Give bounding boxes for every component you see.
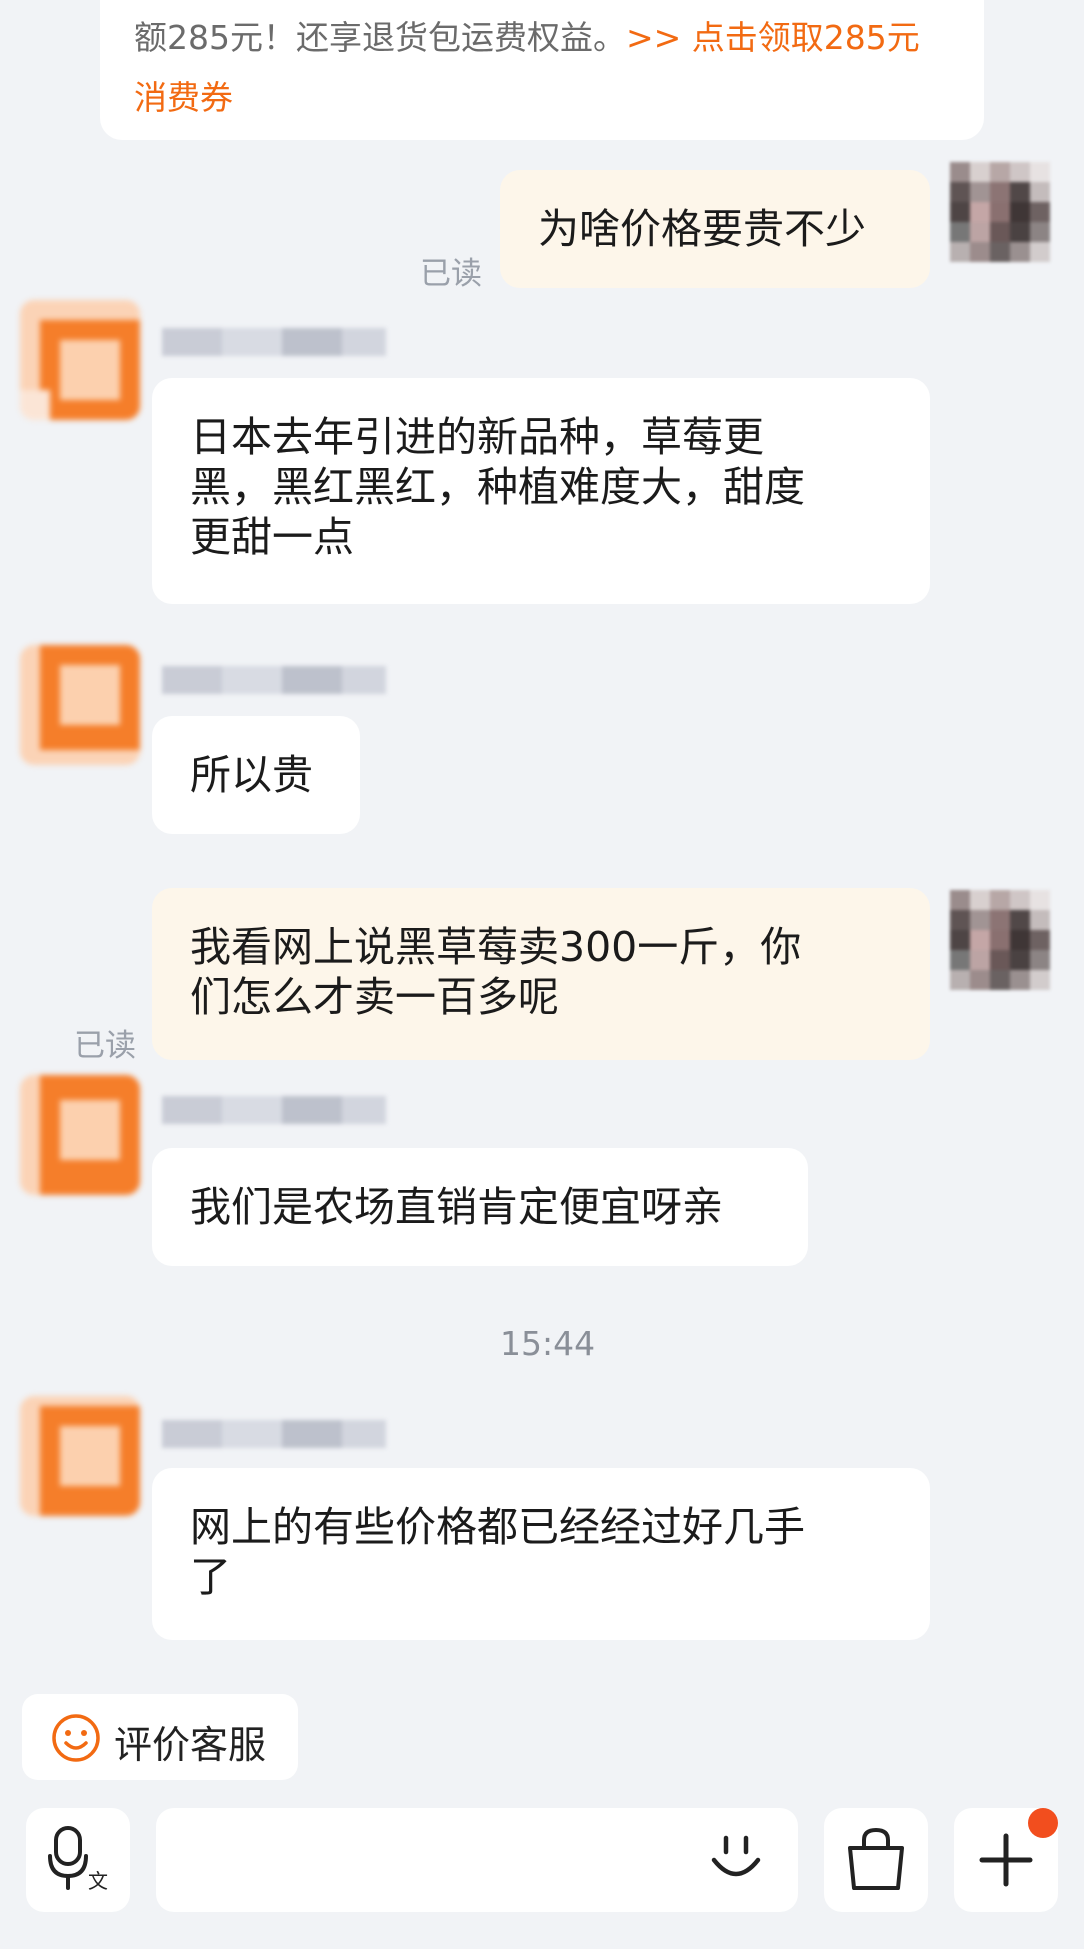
message-bubble-incoming[interactable]: 日本去年引进的新品种，草莓更 黑，黑红黑红，种植难度大，甜度 更甜一点 — [152, 378, 930, 604]
shop-name-blurred — [162, 660, 386, 700]
message-bubble-outgoing[interactable]: 为啥价格要贵不少 — [500, 170, 930, 288]
shop-avatar[interactable] — [20, 300, 140, 420]
shop-name-blurred — [162, 322, 386, 362]
smiley-icon — [52, 1714, 100, 1762]
message-line: 日本去年引进的新品种，草莓更 — [190, 413, 764, 461]
message-bubble-incoming[interactable]: 网上的有些价格都已经经过好几手 了 — [152, 1468, 930, 1640]
shop-avatar[interactable] — [20, 1396, 140, 1516]
message-line: 们怎么才卖一百多呢 — [190, 973, 559, 1021]
user-avatar[interactable] — [950, 162, 1050, 262]
message-bubble-incoming[interactable]: 我们是农场直销肯定便宜呀亲 — [152, 1148, 808, 1266]
emoji-icon[interactable] — [706, 1828, 766, 1888]
shop-name-blurred — [162, 1414, 386, 1454]
shop-avatar[interactable] — [20, 1075, 140, 1195]
time-separator: 15:44 — [500, 1324, 596, 1363]
shopping-bag-icon — [848, 1827, 904, 1890]
notification-dot — [1028, 1808, 1058, 1838]
message-bubble-incoming[interactable]: 所以贵 — [152, 716, 360, 834]
shop-avatar[interactable] — [20, 645, 140, 765]
message-bubble-outgoing[interactable]: 我看网上说黑草莓卖300一斤，你 们怎么才卖一百多呢 — [152, 888, 930, 1060]
message-line: 网上的有些价格都已经经过好几手 — [190, 1503, 805, 1551]
notice-body: 额285元！还享退货包运费权益。 — [134, 18, 626, 57]
claim-coupon-link-line1[interactable]: >> 点击领取285元 — [626, 18, 920, 57]
read-receipt: 已读 — [74, 1028, 136, 1064]
message-line: 了 — [190, 1553, 231, 1601]
voice-translate-icon: 文 — [48, 1826, 108, 1893]
shop-name-blurred — [162, 1090, 386, 1130]
message-text: 为啥价格要贵不少 — [538, 205, 866, 253]
message-line: 更甜一点 — [190, 513, 354, 561]
user-avatar[interactable] — [950, 890, 1050, 990]
coupon-notice-text: 额285元！还享退货包运费权益。>> 点击领取285元消费券 — [134, 8, 954, 128]
svg-text:文: 文 — [88, 1870, 108, 1893]
message-line: 黑，黑红黑红，种植难度大，甜度 — [190, 463, 805, 511]
rate-service-label: 评价客服 — [114, 1723, 267, 1767]
read-receipt: 已读 — [420, 256, 482, 292]
plus-icon — [979, 1833, 1033, 1887]
message-text: 所以贵 — [190, 751, 313, 799]
message-input[interactable] — [156, 1808, 798, 1912]
message-line: 我看网上说黑草莓卖300一斤，你 — [190, 923, 802, 971]
claim-coupon-link-line2[interactable]: 消费券 — [134, 78, 233, 117]
message-text: 我们是农场直销肯定便宜呀亲 — [190, 1183, 723, 1231]
